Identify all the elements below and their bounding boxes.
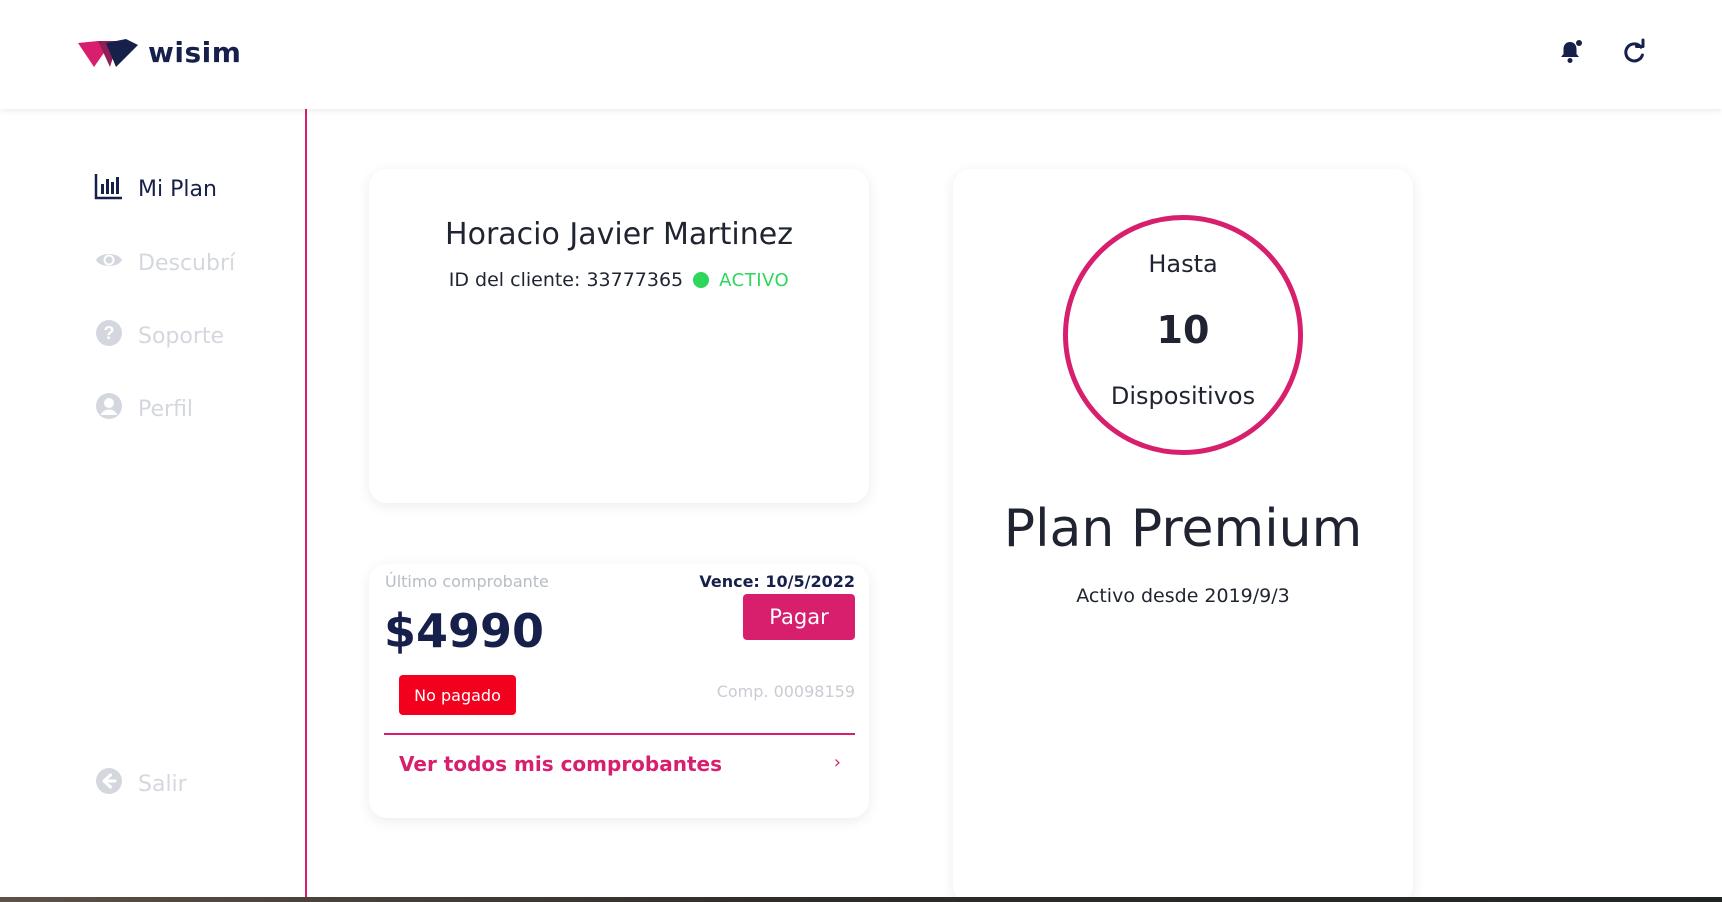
sidebar-item-label: Descubrí (138, 250, 236, 276)
user-name: Horacio Javier Martinez (445, 217, 793, 252)
ring-devices-count: 10 (1156, 308, 1210, 352)
pay-button[interactable]: Pagar (743, 594, 855, 640)
logout-button[interactable]: Salir (94, 766, 187, 802)
wisim-logo-icon (78, 39, 138, 67)
question-icon: ? (94, 318, 124, 354)
billing-label: Último comprobante (385, 572, 549, 591)
billing-divider (384, 733, 855, 735)
eye-icon (94, 245, 124, 281)
sidebar: Mi Plan Descubrí ? Soporte Perfil Salir (0, 109, 307, 902)
ring-suffix: Dispositivos (1110, 382, 1256, 410)
billing-due-date: Vence: 10/5/2022 (699, 572, 855, 591)
plan-card: Hasta 10 Dispositivos Plan Premium Activ… (953, 169, 1413, 902)
chevron-right-icon[interactable]: › (834, 752, 841, 773)
brand-name: wisim (148, 35, 242, 69)
sidebar-item-descubri[interactable]: Descubrí (94, 245, 235, 281)
refresh-icon[interactable] (1620, 38, 1648, 66)
billing-card: Último comprobante Vence: 10/5/2022 $499… (369, 564, 869, 818)
sidebar-item-mi-plan[interactable]: Mi Plan (94, 171, 217, 207)
sidebar-item-soporte[interactable]: ? Soporte (94, 318, 224, 354)
sidebar-item-label: Mi Plan (138, 176, 217, 202)
back-icon (94, 766, 124, 802)
ring-prefix: Hasta (1148, 250, 1218, 278)
client-id: ID del cliente: 33777365 (448, 269, 684, 291)
view-all-receipts-link[interactable]: Ver todos mis comprobantes (399, 752, 722, 776)
user-icon (94, 391, 124, 427)
plan-since: Activo desde 2019/9/3 (1076, 585, 1290, 607)
app-root: wisim Mi Plan Descubrí ? Soporte Perfil … (0, 0, 1722, 902)
bar-chart-icon (94, 171, 124, 207)
user-id-row: ID del cliente: 33777365 ACTIVO (369, 269, 869, 291)
user-card: Horacio Javier Martinez ID del cliente: … (369, 169, 869, 503)
status-text: ACTIVO (719, 269, 790, 291)
sidebar-item-label: Soporte (138, 323, 225, 349)
brand-logo[interactable]: wisim (76, 33, 241, 71)
billing-amount: $4990 (384, 604, 545, 658)
sidebar-item-perfil[interactable]: Perfil (94, 391, 193, 427)
plan-name: Plan Premium (1003, 499, 1363, 559)
device-limit-ring: Hasta 10 Dispositivos (1063, 215, 1303, 455)
logout-label: Salir (138, 771, 187, 797)
bell-icon[interactable] (1556, 38, 1584, 66)
svg-text:?: ? (104, 323, 115, 343)
sidebar-item-label: Perfil (138, 396, 194, 422)
billing-comp-number: Comp. 00098159 (716, 682, 855, 701)
taskbar-strip (0, 897, 1722, 902)
billing-status-badge: No pagado (399, 675, 516, 715)
top-header: wisim (0, 0, 1722, 109)
status-dot-icon (693, 272, 710, 288)
